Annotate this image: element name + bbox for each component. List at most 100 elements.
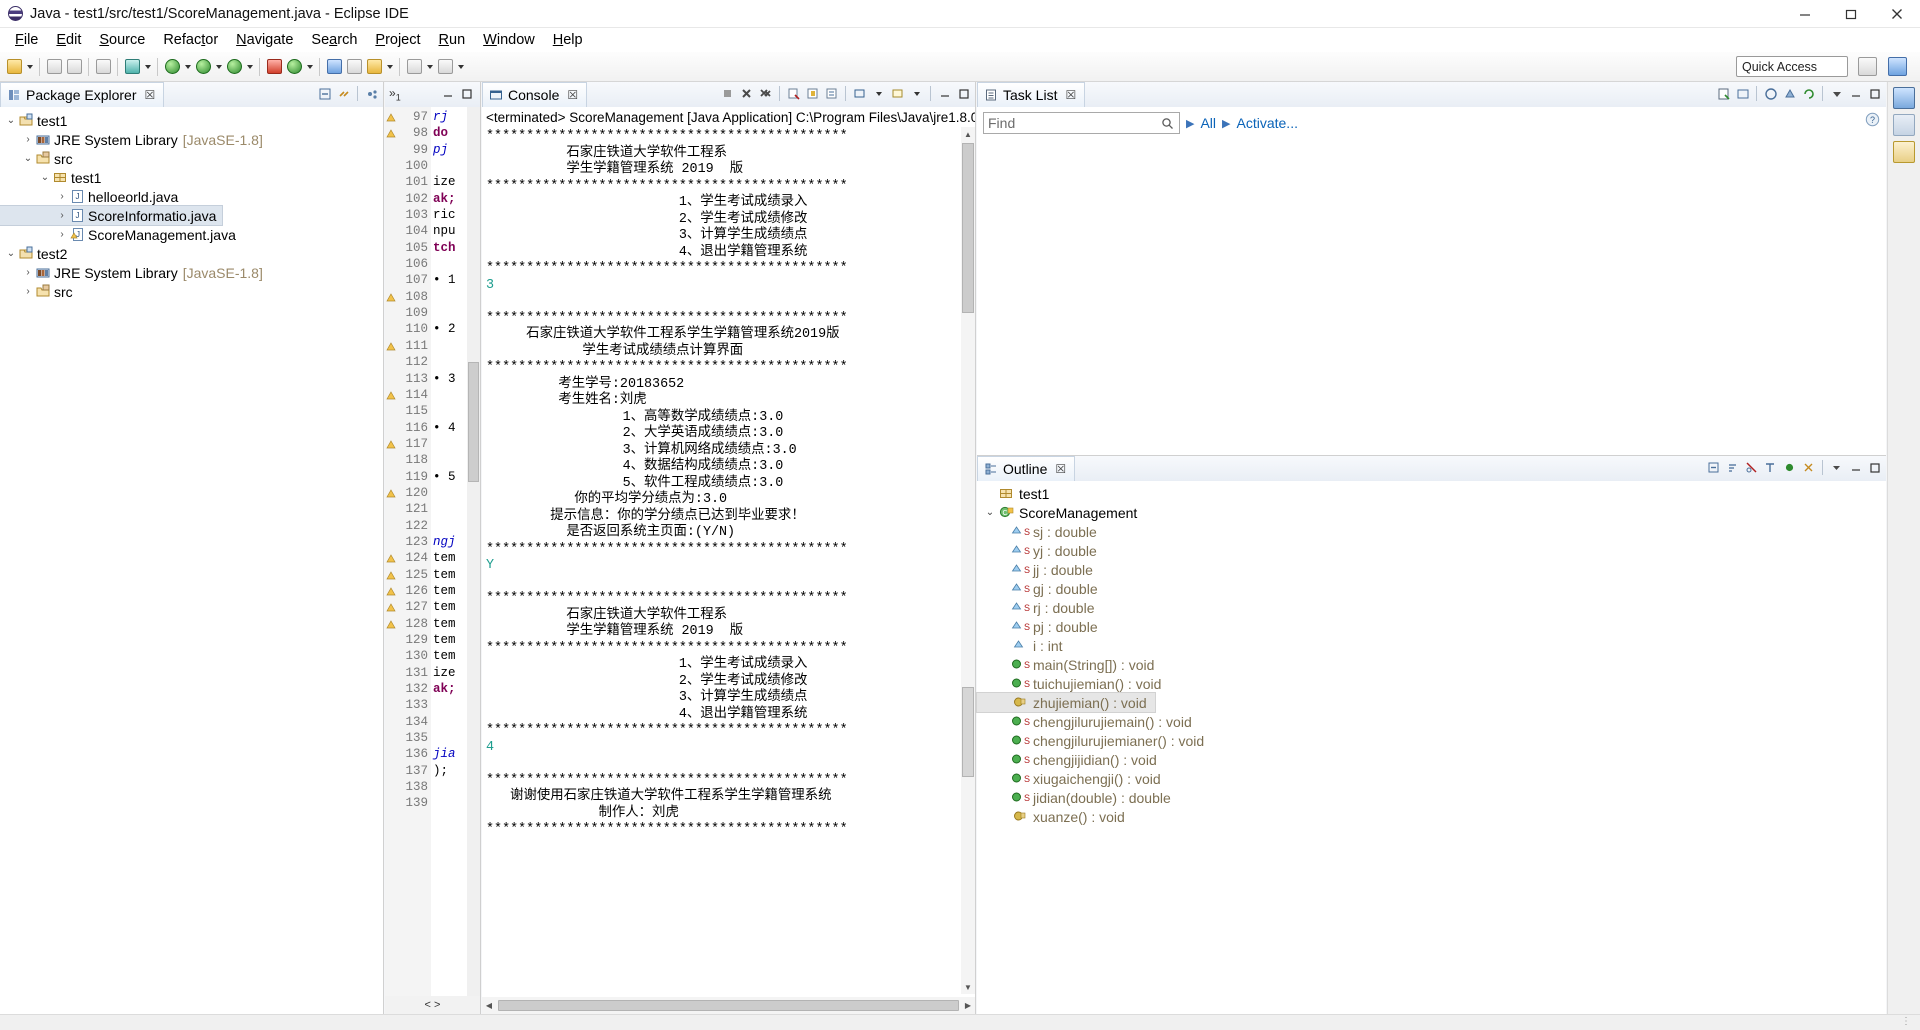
console-vscroll-thumb[interactable] (962, 143, 974, 313)
scroll-right-arrow-icon[interactable]: ▶ (961, 999, 975, 1013)
schedule-icon[interactable] (1781, 84, 1798, 103)
console-output[interactable]: ****************************************… (482, 127, 975, 994)
save-all-icon[interactable] (64, 56, 84, 78)
run-external-icon[interactable] (224, 56, 244, 78)
outline-maximize-icon[interactable] (1866, 458, 1883, 477)
chevron-right-icon[interactable]: › (55, 210, 69, 221)
outline-minimize-icon[interactable] (1847, 458, 1864, 477)
chevron-down-icon[interactable]: ⌄ (38, 172, 52, 183)
annotation-dropdown[interactable] (384, 56, 395, 78)
menu-help[interactable]: Help (544, 30, 592, 50)
task-list-maximize-icon[interactable] (1866, 84, 1883, 103)
outline-item-jj[interactable]: Sjj : double (977, 560, 1886, 579)
hide-local-types-icon[interactable] (1800, 458, 1817, 477)
new-class-icon[interactable] (284, 56, 304, 78)
close-button[interactable] (1874, 0, 1920, 28)
tree-item-src[interactable]: › src (0, 282, 383, 301)
close-icon[interactable]: ☒ (1065, 88, 1076, 102)
tab-console[interactable]: Console ☒ (482, 82, 588, 107)
tree-item-test1[interactable]: ⌄ test1 (0, 168, 383, 187)
menu-refactor[interactable]: Refactor (154, 30, 227, 50)
quick-access-input[interactable]: Quick Access (1736, 56, 1848, 77)
close-icon[interactable]: ☒ (1055, 462, 1066, 476)
outline-item-chengjijidian[interactable]: Schengjijidian() : void (977, 750, 1886, 769)
tree-item-jre-system-library[interactable]: › JRE System Library [JavaSE-1.8] (0, 130, 383, 149)
chevron-right-icon[interactable]: › (21, 286, 35, 297)
chevron-down-icon[interactable]: ⌄ (4, 115, 18, 126)
pin-console-icon[interactable] (823, 84, 840, 103)
new-wizard-dropdown[interactable] (24, 56, 35, 78)
editor-body[interactable]: 97 98 99 100 101 102 103 104 105 106 107 108 109 110 1… (385, 107, 480, 996)
new-class-dropdown[interactable] (304, 56, 315, 78)
tree-item-test2[interactable]: ⌄ test2 (0, 244, 383, 263)
menu-navigate[interactable]: Navigate (227, 30, 302, 50)
collapse-all-icon[interactable] (316, 84, 333, 103)
console-horizontal-scrollbar[interactable]: ◀ ▶ (482, 997, 975, 1014)
outline-item-xuanze[interactable]: xuanze() : void (977, 807, 1886, 826)
find-input[interactable]: Find (983, 112, 1180, 134)
task-list-view-menu-icon[interactable] (1828, 84, 1845, 103)
remove-launch-icon[interactable] (738, 84, 755, 103)
next-annotation-icon[interactable] (364, 56, 384, 78)
back-icon[interactable] (404, 56, 424, 78)
filter-all-link[interactable]: All (1200, 115, 1216, 131)
open-console-dropdown[interactable] (908, 84, 925, 103)
restore-package-explorer-icon[interactable] (1893, 87, 1915, 109)
open-perspective-icon[interactable] (1858, 57, 1878, 77)
open-console-icon[interactable] (889, 84, 906, 103)
menu-project[interactable]: Project (366, 30, 429, 50)
editor-tab-overflow-icon[interactable]: »1 (389, 86, 401, 102)
outline-item-chengjilurujiemain[interactable]: Schengjilurujiemain() : void (977, 712, 1886, 731)
console-vscroll-thumb-2[interactable] (962, 687, 974, 777)
outline-item-pj[interactable]: Spj : double (977, 617, 1886, 636)
sort-icon[interactable] (1724, 458, 1741, 477)
chevron-down-icon[interactable]: ⌄ (21, 153, 35, 164)
display-console-dropdown[interactable] (870, 84, 887, 103)
close-icon[interactable]: ☒ (145, 88, 156, 102)
outline-item-test1[interactable]: test1 (977, 484, 1886, 503)
close-icon[interactable]: ☒ (567, 88, 578, 102)
outline-item-sj[interactable]: Ssj : double (977, 522, 1886, 541)
tree-item-jre-system-library[interactable]: › JRE System Library [JavaSE-1.8] (0, 263, 383, 282)
new-task-icon[interactable] (1715, 84, 1732, 103)
forward-dropdown[interactable] (455, 56, 466, 78)
scroll-lock-icon[interactable] (804, 84, 821, 103)
menu-run[interactable]: Run (430, 30, 475, 50)
display-selected-console-icon[interactable] (851, 84, 868, 103)
link-with-editor-icon[interactable] (335, 84, 352, 103)
tab-outline[interactable]: Outline ☒ (977, 456, 1076, 481)
outline-view-menu-icon[interactable] (1828, 458, 1845, 477)
run-icon[interactable] (193, 56, 213, 78)
menu-source[interactable]: Source (90, 30, 154, 50)
tree-item-src[interactable]: ⌄ src (0, 149, 383, 168)
scroll-up-arrow-icon[interactable]: ▲ (961, 127, 975, 141)
editor-scroll-thumb[interactable] (468, 362, 479, 482)
debug-icon[interactable] (162, 56, 182, 78)
console-hscroll-thumb[interactable] (498, 1000, 959, 1011)
outline-item-zhujiemian[interactable]: zhujiemian() : void (976, 692, 1156, 713)
menu-file[interactable]: File (6, 30, 47, 50)
console-maximize-icon[interactable] (955, 84, 972, 103)
console-minimize-icon[interactable] (936, 84, 953, 103)
search-icon[interactable] (1161, 117, 1174, 133)
tree-item-helloeorld-java[interactable]: › Jhelloeorld.java (0, 187, 383, 206)
resize-grip-icon[interactable]: ⋮ (1901, 1016, 1912, 1027)
hide-fields-icon[interactable] (1743, 458, 1760, 477)
outline-item-yj[interactable]: Syj : double (977, 541, 1886, 560)
search-icon[interactable] (344, 56, 364, 78)
chevron-down-icon[interactable]: ⌄ (4, 248, 18, 259)
outline-item-main[interactable]: Smain(String[]) : void (977, 655, 1886, 674)
save-icon[interactable] (44, 56, 64, 78)
run-dropdown[interactable] (213, 56, 224, 78)
menu-search[interactable]: Search (302, 30, 366, 50)
outline-item-tuichujiemian[interactable]: Stuichujiemian() : void (977, 674, 1886, 693)
chevron-right-icon[interactable]: › (55, 229, 69, 240)
outline-item-scoremanagement[interactable]: ⌄ C ScoreManagement (977, 503, 1886, 522)
forward-icon[interactable] (435, 56, 455, 78)
java-perspective-icon[interactable] (1888, 57, 1908, 77)
outline-item-chengjilurujiemianer[interactable]: Schengjilurujiemianer() : void (977, 731, 1886, 750)
tree-item-test1[interactable]: ⌄ test1 (0, 111, 383, 130)
outline-item-xiugaichengji[interactable]: Sxiugaichengji() : void (977, 769, 1886, 788)
help-icon[interactable]: ? (1865, 112, 1880, 130)
print-icon[interactable] (93, 56, 113, 78)
